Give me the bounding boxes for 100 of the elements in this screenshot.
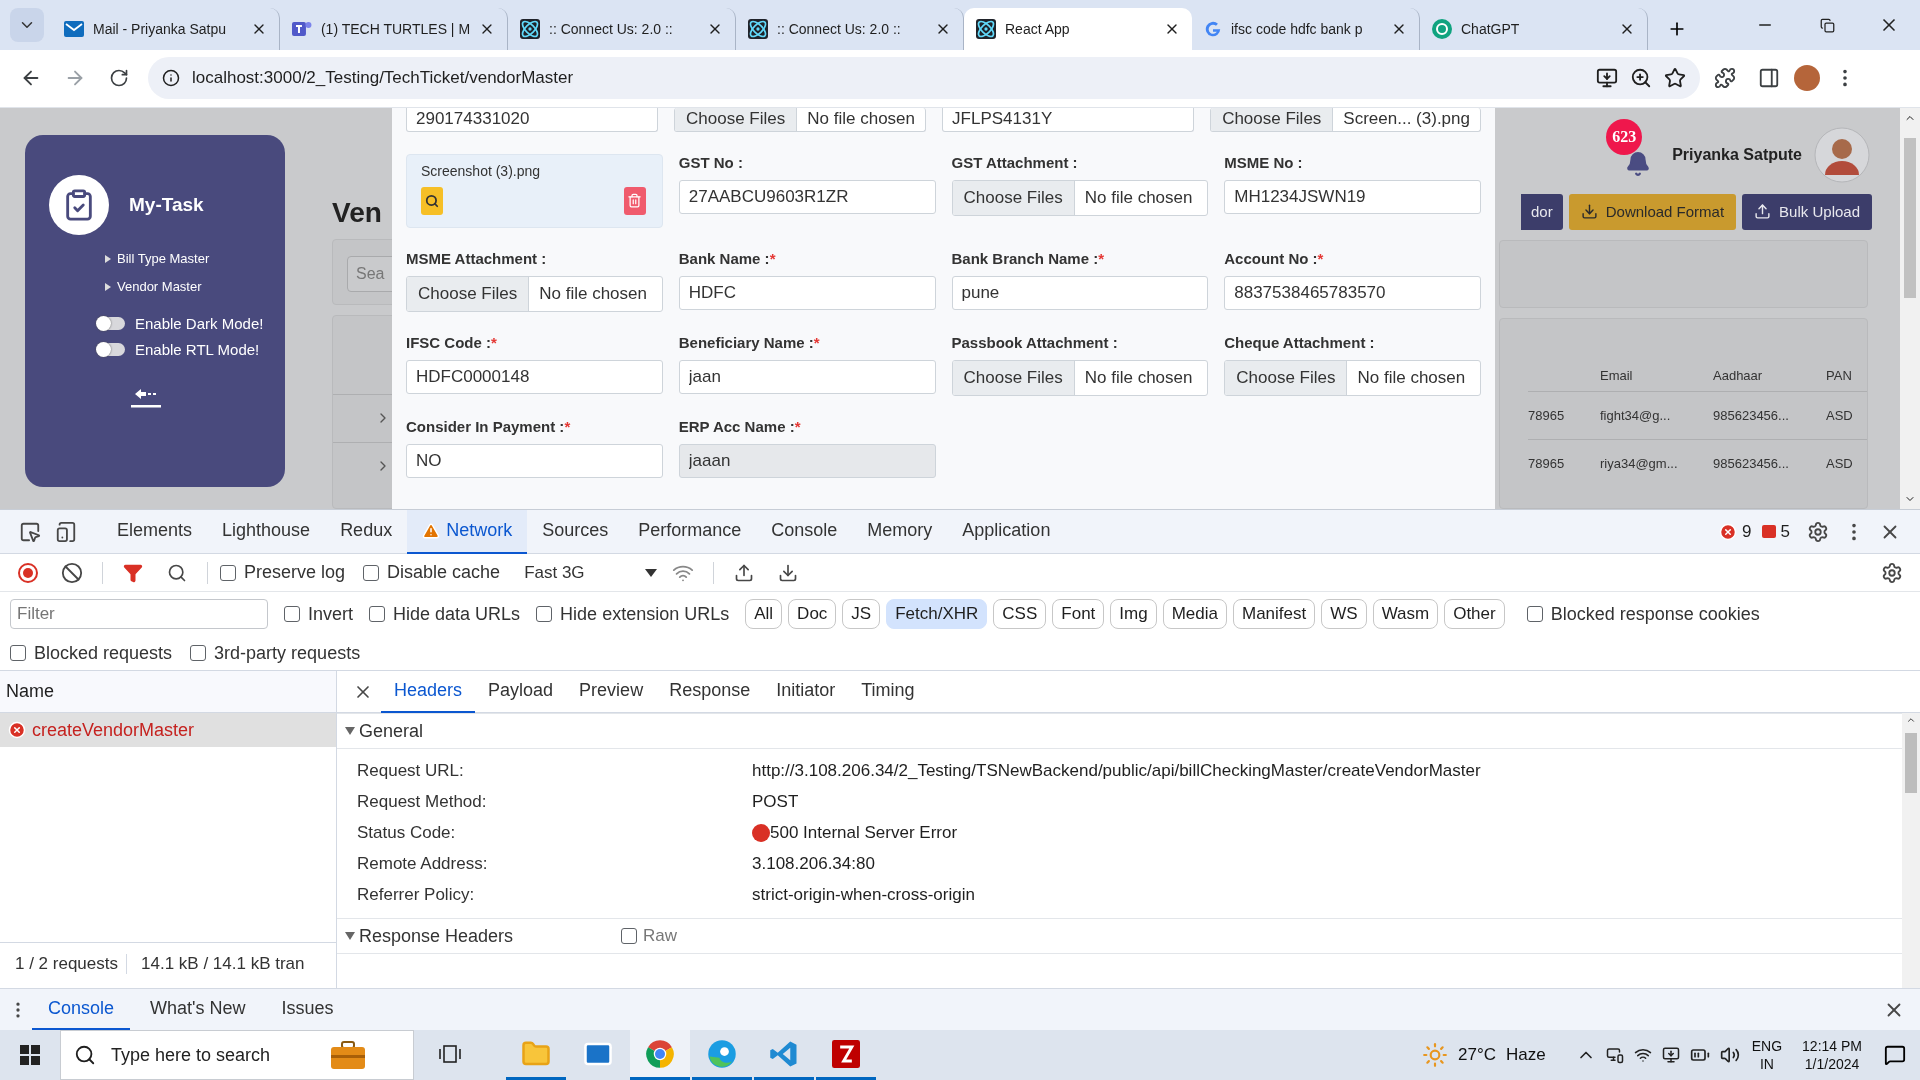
devtools-tab[interactable]: Elements [102, 509, 208, 554]
sidebar-item[interactable]: Bill Type Master [117, 251, 210, 267]
bookmark-star-icon[interactable] [1664, 67, 1686, 90]
checkbox[interactable] [190, 645, 207, 661]
checkbox[interactable] [220, 564, 236, 581]
checkbox[interactable] [363, 564, 380, 581]
checkbox[interactable] [369, 606, 386, 622]
taskbar-app[interactable] [630, 1030, 690, 1080]
devtools-tab[interactable]: Sources [527, 509, 624, 554]
type-filter-chip[interactable]: Fetch/XHR [886, 599, 988, 629]
toggle-switch[interactable] [97, 317, 125, 331]
text-field[interactable]: MH1234JSWN19 [1224, 179, 1481, 214]
disclosure-icon[interactable] [345, 931, 355, 941]
filter-field[interactable]: Filter [10, 599, 268, 629]
devtools-tab[interactable]: Console [756, 509, 853, 554]
drawer-tab[interactable]: What's New [134, 989, 262, 1030]
devtools-tab[interactable]: Redux [325, 509, 408, 554]
reload-icon[interactable] [109, 68, 129, 89]
choose-files-button[interactable]: Choose Files [1211, 107, 1334, 131]
upload-icon[interactable] [733, 562, 754, 583]
download-icon[interactable] [777, 562, 798, 583]
error-icon[interactable] [1719, 522, 1738, 541]
type-filter-chip[interactable]: Manifest [1233, 599, 1316, 629]
checkbox[interactable] [284, 606, 300, 622]
detail-tab[interactable]: Preview [566, 670, 657, 713]
text-field[interactable]: jaan [678, 359, 936, 394]
request-row[interactable]: createVendorMaster [0, 713, 336, 747]
detail-tab[interactable]: Timing [848, 670, 928, 713]
choose-files-button[interactable]: Choose Files [1225, 360, 1348, 395]
settings-icon[interactable] [1881, 561, 1903, 584]
text-field[interactable]: HDFC [678, 275, 936, 310]
checkbox[interactable] [10, 645, 26, 661]
display-icon[interactable] [1661, 1046, 1680, 1064]
wifi-icon[interactable] [1633, 1046, 1652, 1064]
puzzle-icon[interactable] [1714, 67, 1736, 90]
choose-files-button[interactable]: Choose Files [675, 107, 798, 131]
type-filter-chip[interactable]: CSS [993, 599, 1047, 629]
zoom-icon[interactable] [1630, 67, 1652, 90]
download-icon[interactable] [1580, 203, 1598, 221]
detail-tab[interactable]: Payload [475, 670, 567, 713]
search-field[interactable]: Type here to search [60, 1030, 414, 1080]
choose-files-button[interactable]: Choose Files [952, 360, 1075, 395]
restore-icon[interactable] [1819, 17, 1835, 33]
text-field[interactable]: 290174331020 [406, 107, 659, 132]
devtools-tab[interactable]: Memory [852, 509, 948, 554]
checkbox[interactable] [621, 928, 638, 944]
devtools-tab[interactable]: Lighthouse [207, 509, 326, 554]
search-field[interactable]: Sea [347, 256, 392, 292]
action-button[interactable]: Download Format [1568, 193, 1737, 230]
upload-icon[interactable] [1754, 203, 1772, 221]
type-filter-chip[interactable]: JS [842, 599, 881, 629]
browser-tab[interactable]: React App [964, 8, 1192, 50]
file-input[interactable]: Choose Files Screen... (3).png [1210, 107, 1481, 132]
toggle-switch[interactable] [97, 343, 125, 357]
text-field[interactable]: 27AABCU9603R1ZR [678, 179, 936, 214]
scroll-thumb[interactable] [1904, 138, 1916, 299]
checkbox[interactable] [1526, 606, 1543, 622]
file-input[interactable]: Choose Files No file chosen [951, 179, 1209, 216]
side-panel-icon[interactable] [1758, 67, 1780, 90]
volume-icon[interactable] [1719, 1045, 1740, 1065]
record-icon[interactable] [17, 561, 39, 584]
notifications-icon[interactable] [1884, 1044, 1906, 1066]
type-filter-chip[interactable]: WS [1321, 599, 1367, 629]
disclosure-icon[interactable] [345, 726, 355, 736]
type-filter-chip[interactable]: Media [1162, 599, 1227, 629]
address-bar[interactable]: localhost:3000/2_Testing/TechTicket/vendorMaster [148, 57, 1700, 100]
clear-icon[interactable] [61, 561, 83, 584]
choose-files-button[interactable]: Choose Files [407, 276, 530, 311]
action-button[interactable]: dor [1521, 193, 1563, 230]
caret-icon[interactable] [644, 568, 657, 577]
type-filter-chip[interactable]: Img [1110, 599, 1157, 629]
bell-icon[interactable] [1625, 150, 1652, 177]
devtools-tab[interactable]: Performance [623, 509, 757, 554]
checkbox[interactable] [536, 606, 553, 622]
delete-button[interactable] [623, 186, 646, 215]
action-button[interactable]: Bulk Upload [1742, 193, 1872, 230]
text-field[interactable]: HDFC0000148 [406, 359, 663, 394]
trash-icon[interactable] [627, 193, 643, 209]
file-input[interactable]: Choose Files No file chosen [406, 275, 663, 312]
device-toolbar-icon[interactable] [55, 520, 77, 543]
text-field[interactable]: JFLPS4131Y [942, 107, 1195, 132]
detail-tab[interactable]: Headers [381, 670, 476, 713]
inspect-icon[interactable] [19, 520, 41, 543]
task-view-icon[interactable] [439, 1043, 461, 1064]
request-name[interactable]: createVendorMaster [32, 719, 195, 741]
type-filter-chip[interactable]: Doc [788, 599, 837, 629]
view-button[interactable] [421, 186, 443, 215]
devtools-tab[interactable]: Application [947, 509, 1066, 554]
file-input[interactable]: Choose Files No file chosen [674, 107, 927, 132]
install-icon[interactable] [1596, 67, 1618, 90]
issue-icon[interactable] [1761, 525, 1776, 538]
info-icon[interactable] [162, 69, 180, 88]
detail-tab[interactable]: Initiator [763, 670, 849, 713]
settings-icon[interactable] [1807, 520, 1829, 543]
devtools-tab[interactable]: Network [407, 509, 528, 554]
start-icon[interactable] [20, 1045, 40, 1065]
scroll-up-icon[interactable] [1906, 715, 1916, 725]
drawer-tab[interactable]: Issues [265, 989, 350, 1030]
device-icon[interactable] [1605, 1046, 1624, 1064]
text-field[interactable]: pune [951, 275, 1209, 310]
